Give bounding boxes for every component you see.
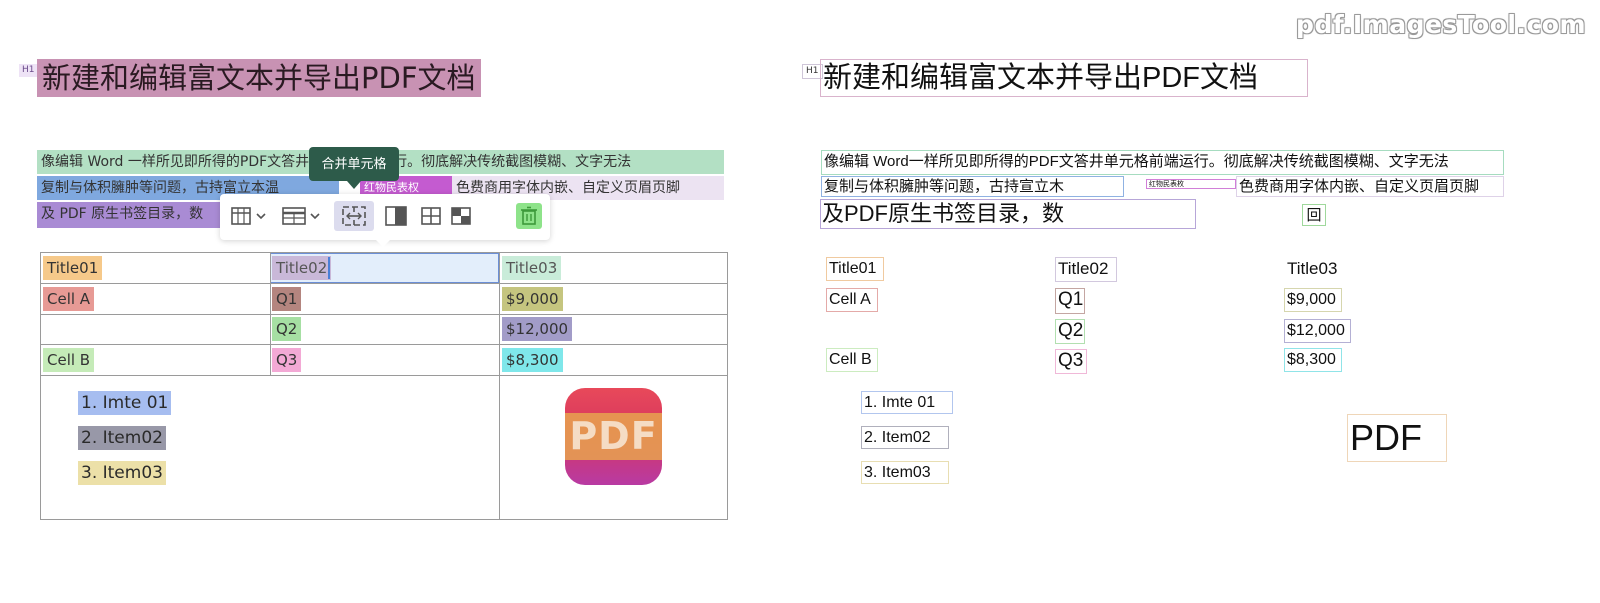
preview-line-2b: 红物民表枚 [1146, 179, 1236, 189]
delete-table-button[interactable] [516, 203, 542, 229]
preview-cell: $12,000 [1284, 319, 1351, 343]
preview-cell: Cell B [826, 348, 878, 372]
table-cell[interactable]: $12,000 [502, 317, 573, 341]
table-cell[interactable]: Q2 [272, 317, 302, 341]
preview-header-cell: Title03 [1284, 257, 1346, 281]
preview-header-cell: Title01 [826, 257, 884, 281]
table-row-divider [40, 314, 728, 315]
preview-list-item: 3. Item03 [861, 461, 949, 484]
table-layout-button[interactable] [446, 202, 476, 230]
preview-cell: Q1 [1055, 288, 1085, 314]
table-header-cell[interactable]: Title01 [43, 256, 103, 280]
preview-line-2a: 复制与体积臃肿等问题，古持宣立木 [821, 176, 1124, 197]
editor-title[interactable]: 新建和编辑富文本并导出PDF文档 [37, 59, 481, 97]
table-col-divider [499, 252, 500, 520]
table-insert-button[interactable] [228, 202, 272, 230]
table-row-divider [40, 375, 728, 376]
table-cell[interactable]: Cell A [43, 287, 95, 311]
pdf-logo-text: PDF [569, 414, 658, 458]
table-col-divider [270, 252, 271, 375]
preview-symbol: 回 [1302, 204, 1326, 226]
watermark: pdf.ImagesTool.com [1296, 10, 1586, 39]
preview-cell: Q2 [1055, 319, 1085, 344]
preview-line-1: 像编辑 Word一样所见即所得的PDF文答井单元格前端运行。彻底解决传统截图模糊… [821, 150, 1504, 175]
preview-pdf-logo: PDF [1347, 414, 1447, 462]
text-cursor [328, 257, 330, 279]
split-cell-button[interactable] [380, 202, 412, 230]
heading-tag: H1 [19, 64, 38, 77]
merge-cells-button[interactable] [334, 201, 374, 231]
table-row-divider [40, 344, 728, 345]
preview-title: 新建和编辑富文本并导出PDF文档 [820, 59, 1308, 97]
table-row-divider [40, 283, 728, 284]
table-header-cell[interactable]: Title02 [272, 256, 332, 280]
preview-cell: $9,000 [1284, 288, 1342, 312]
table-style-icon [282, 207, 320, 225]
trash-icon [521, 206, 537, 225]
preview-cell: Q3 [1055, 349, 1087, 374]
table-layout-icon [451, 207, 471, 225]
preview-line-2c: 色费商用字体内嵌、自定义页眉页脚 [1236, 176, 1504, 197]
pdf-logo-icon[interactable]: PDF [565, 388, 662, 485]
table-cell[interactable]: Cell B [43, 348, 95, 372]
table-grid-icon [421, 207, 441, 225]
table-grid-button[interactable] [416, 202, 446, 230]
merge-cells-icon [342, 206, 366, 226]
preview-list-item: 1. Imte 01 [861, 391, 953, 414]
table-cell[interactable]: $8,300 [502, 348, 563, 372]
list-item[interactable]: 1. Imte 01 [78, 391, 172, 415]
merge-cells-tooltip: 合并单元格 [309, 147, 399, 189]
table-cell[interactable]: Q1 [272, 287, 302, 311]
table-insert-icon [231, 207, 266, 225]
list-item[interactable]: 2. Item02 [78, 426, 166, 450]
preview-list-item: 2. Item02 [861, 426, 949, 449]
preview-cell: $8,300 [1284, 348, 1342, 372]
table-toolbar [220, 194, 550, 247]
table-style-button[interactable] [280, 202, 326, 230]
preview-header-cell: Title02 [1055, 257, 1117, 282]
table-header-cell[interactable]: Title03 [502, 256, 562, 280]
preview-cell: Cell A [826, 288, 878, 312]
table-cell[interactable]: Q3 [272, 348, 302, 372]
preview-line-3: 及PDF原生书签目录，数 [820, 199, 1196, 229]
split-cell-icon [385, 206, 407, 226]
list-item[interactable]: 3. Item03 [78, 461, 166, 485]
table-cell[interactable]: $9,000 [502, 287, 563, 311]
